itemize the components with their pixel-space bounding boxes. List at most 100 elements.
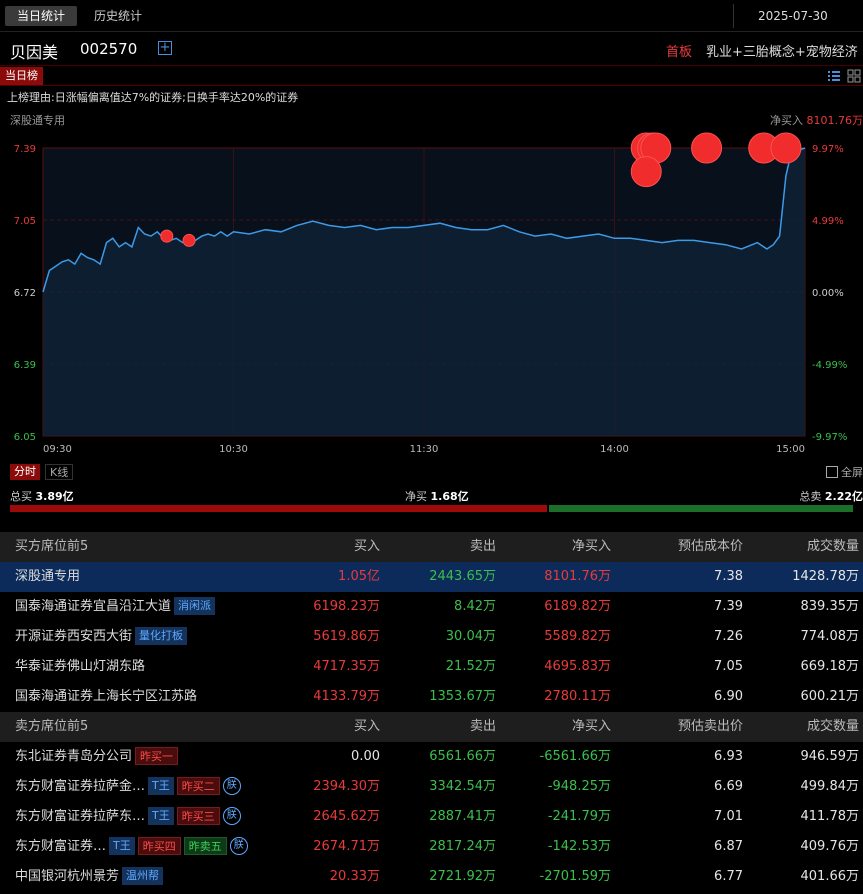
listing-reason: 上榜理由:日涨幅偏离值达7%的证券;日换手率达20%的证券 — [7, 91, 299, 104]
net-amount: 5589.82万 — [544, 629, 611, 644]
column-header[interactable]: 买入 — [354, 712, 380, 742]
column-header[interactable]: 买方席位前5 — [15, 532, 88, 562]
fullscreen-button[interactable]: 全屏 — [826, 464, 863, 480]
column-header[interactable]: 净买入 — [572, 532, 611, 562]
list-view-icon[interactable] — [826, 68, 842, 84]
volume: 669.18万 — [800, 659, 860, 674]
table-row[interactable]: 华泰证券佛山灯湖东路 4717.35万 21.52万 4695.83万 7.05 669.… — [0, 652, 863, 682]
trade-marker — [160, 229, 174, 243]
seat-tag[interactable]: 温州帮 — [122, 866, 164, 885]
grid-view-icon[interactable] — [846, 68, 862, 84]
trade-marker — [630, 156, 662, 188]
table-row[interactable]: 东方财富证券拉萨金… T王 昨买二朕 2394.30万 3342.54万 -948.25万… — [0, 772, 863, 802]
volume: 600.21万 — [800, 689, 860, 704]
seat-name: 中国银河杭州景芳 — [15, 869, 120, 884]
stock-name: 贝因美 — [10, 43, 59, 62]
seat-name: 华泰证券佛山灯湖东路 — [15, 659, 146, 674]
sell-amount: 6561.66万 — [429, 749, 496, 764]
sell-amount: 2443.65万 — [429, 569, 496, 584]
estimated-price: 6.69 — [714, 779, 743, 794]
tab-history-stats[interactable]: 历史统计 — [82, 6, 154, 26]
x-tick: 15:00 — [776, 444, 805, 455]
seat-tag[interactable]: 昨卖五 — [183, 836, 227, 855]
seat-name-cell: 东方财富证券拉萨金… T王 昨买二朕 — [15, 772, 241, 802]
badge-icon[interactable]: 朕 — [229, 836, 248, 855]
seat-name-cell: 东方财富证券… T王 昨买四 昨卖五朕 — [15, 832, 248, 862]
estimated-price: 7.01 — [714, 809, 743, 824]
table-row[interactable]: 国泰海通证券宜昌沿江大道 消闲派 6198.23万 8.42万 6189.82万 7.39… — [0, 592, 863, 622]
table-row[interactable]: 东北证券青岛分公司 昨买一 0.00 6561.66万 -6561.66万 6.93 946… — [0, 742, 863, 772]
buy-amount: 2645.62万 — [313, 809, 380, 824]
seat-name: 国泰海通证券宜昌沿江大道 — [15, 599, 172, 614]
column-header[interactable]: 净买入 — [572, 712, 611, 742]
list-tag[interactable]: 当日榜 — [0, 67, 43, 85]
badge-icon[interactable]: 朕 — [222, 806, 241, 825]
y-tick-right: 4.99% — [812, 216, 844, 227]
column-header[interactable]: 卖出 — [470, 712, 496, 742]
seat-name: 东方财富证券拉萨金… — [15, 779, 146, 794]
column-header[interactable]: 卖出 — [470, 532, 496, 562]
column-header[interactable]: 买入 — [354, 532, 380, 562]
table-row[interactable]: 东方财富证券拉萨东… T王 昨买三朕 2645.62万 2887.41万 -241.79万… — [0, 802, 863, 832]
intraday-chart[interactable]: 深股通专用 净买入 8101.76万 7.39 9.97% 7.05 4.99% 6.7… — [0, 106, 863, 466]
table-header: 卖方席位前5 买入 卖出 净买入 预估卖出价 成交数量 — [0, 712, 863, 742]
y-tick-right: -9.97% — [812, 432, 847, 443]
tab-kline[interactable]: K线 — [45, 464, 74, 480]
seat-name-cell: 深股通专用 — [15, 562, 80, 592]
net-amount: -6561.66万 — [539, 749, 611, 764]
tab-today-stats[interactable]: 当日统计 — [5, 6, 78, 26]
table-row[interactable]: 深股通专用 1.05亿 2443.65万 8101.76万 7.38 1428.78万 — [0, 562, 863, 592]
total-sell: 总卖 2.22亿 — [799, 490, 863, 503]
table-row[interactable]: 开源证券西安西大街 量化打板 5619.86万 30.04万 5589.82万 7.26 7… — [0, 622, 863, 652]
buy-seats-table: 买方席位前5 买入 卖出 净买入 预估成本价 成交数量 深股通专用 1.05亿 2443.65万… — [0, 532, 863, 712]
seat-tag[interactable]: 量化打板 — [135, 626, 188, 645]
flow-summary: 总买 3.89亿 净买 1.68亿 总卖 2.22亿 — [0, 486, 863, 516]
x-tick: 10:30 — [219, 444, 248, 455]
seat-tag[interactable]: 昨买二 — [176, 776, 220, 795]
buy-ratio-bar — [10, 505, 547, 512]
column-header[interactable]: 成交数量 — [807, 712, 859, 742]
table-row[interactable]: 中国银河杭州景芳 温州帮 20.33万 2721.92万 -2701.59万 6.77 40… — [0, 862, 863, 892]
fullscreen-icon — [826, 466, 838, 478]
seat-name-cell: 国泰海通证券上海长宁区江苏路 — [15, 682, 197, 712]
buy-amount: 0.00 — [351, 749, 380, 764]
seat-tag[interactable]: 昨买四 — [137, 836, 181, 855]
y-tick-left: 6.72 — [14, 288, 36, 299]
add-watchlist-button[interactable]: + — [158, 41, 172, 55]
column-header[interactable]: 预估成本价 — [678, 532, 743, 562]
volume: 499.84万 — [800, 779, 860, 794]
table-row[interactable]: 国泰海通证券上海长宁区江苏路 4133.79万 1353.67万 2780.11万 6.… — [0, 682, 863, 712]
seat-tag[interactable]: T王 — [148, 776, 174, 795]
volume: 409.76万 — [800, 839, 860, 854]
seat-name: 开源证券西安西大街 — [15, 629, 133, 644]
seat-tag[interactable]: 昨买三 — [176, 806, 220, 825]
estimated-price: 7.05 — [714, 659, 743, 674]
sell-amount: 1353.67万 — [429, 689, 496, 704]
x-tick: 14:00 — [600, 444, 629, 455]
seat-tag[interactable]: T王 — [109, 836, 135, 855]
sell-seats-table: 卖方席位前5 买入 卖出 净买入 预估卖出价 成交数量东北证券青岛分公司 昨买一 0.00 65… — [0, 712, 863, 892]
buy-amount: 2394.30万 — [313, 779, 380, 794]
top-bar: 当日统计 历史统计 2025-07-30 — [0, 0, 863, 32]
trade-marker — [691, 132, 723, 164]
badge-icon[interactable]: 朕 — [222, 776, 241, 795]
chart-canvas[interactable]: 7.39 9.97% 7.05 4.99% 6.72 0.00% 6.39 -4.99% 6.0… — [0, 106, 863, 466]
seat-tag[interactable]: 消闲派 — [174, 596, 216, 615]
column-header[interactable]: 卖方席位前5 — [15, 712, 88, 742]
column-header[interactable]: 预估卖出价 — [678, 712, 743, 742]
sell-amount: 3342.54万 — [429, 779, 496, 794]
tab-intraday[interactable]: 分时 — [10, 464, 40, 480]
sell-amount: 2721.92万 — [429, 869, 496, 884]
seat-tag[interactable]: T王 — [148, 806, 174, 825]
table-header: 买方席位前5 买入 卖出 净买入 预估成本价 成交数量 — [0, 532, 863, 562]
y-tick-left: 7.39 — [14, 144, 36, 155]
list-bar: 当日榜 — [0, 66, 863, 86]
net-amount: 4695.83万 — [544, 659, 611, 674]
seat-name: 东北证券青岛分公司 — [15, 749, 133, 764]
column-header[interactable]: 成交数量 — [807, 532, 859, 562]
table-row[interactable]: 东方财富证券… T王 昨买四 昨卖五朕 2674.71万 2817.24万 -142.53万… — [0, 832, 863, 862]
concept-tags[interactable]: 乳业+三胎概念+宠物经济 — [706, 41, 863, 60]
date-picker[interactable]: 2025-07-30 — [733, 4, 863, 28]
seat-tag[interactable]: 昨买一 — [135, 746, 179, 765]
chart-controls: 分时 K线 全屏 — [0, 462, 863, 484]
